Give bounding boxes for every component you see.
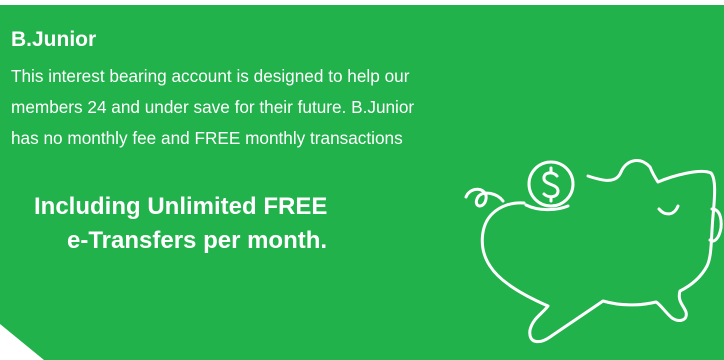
description-line: members 24 and under save for their futu… <box>11 97 415 117</box>
account-title: B.Junior <box>11 28 97 51</box>
pig-body <box>480 159 717 344</box>
pig-eye <box>657 204 680 216</box>
highlight-line: Including Unlimited FREE <box>34 193 328 220</box>
description-line: This interest bearing account is designe… <box>11 66 410 86</box>
highlight-line: e-Transfers per month. <box>67 227 328 254</box>
top-divider <box>0 0 724 5</box>
account-promo-card: B.Junior This interest bearing account i… <box>0 0 724 360</box>
piggy-bank-with-coin-icon <box>464 159 723 344</box>
pig-tail <box>464 187 505 208</box>
corner-fold <box>0 324 44 360</box>
etransfer-highlight: Including Unlimited FREE e-Transfers per… <box>34 190 327 258</box>
dollar-sign-icon <box>542 171 560 199</box>
account-description: This interest bearing account is designe… <box>11 61 551 154</box>
